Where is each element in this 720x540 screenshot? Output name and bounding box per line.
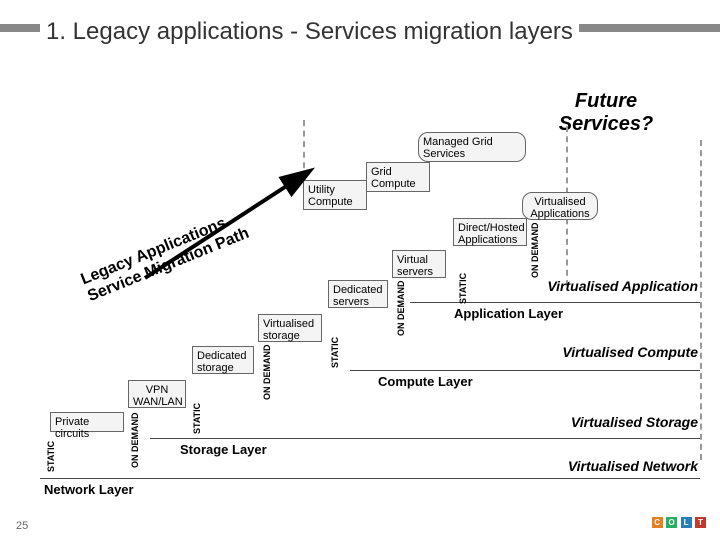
box-managed-grid: Managed Grid Services	[418, 132, 526, 162]
colt-logo: C O L T	[653, 514, 706, 532]
axis-static-4: STATIC	[458, 273, 468, 304]
box-grid-compute: Grid Compute	[366, 162, 430, 192]
layer-network: Network Layer	[44, 482, 134, 497]
axis-ondemand-2: ON DEMAND	[262, 345, 272, 401]
layer-application: Application Layer	[454, 306, 563, 321]
layer-storage: Storage Layer	[180, 442, 267, 457]
label-virtualised-compute: Virtualised Compute	[534, 344, 698, 360]
axis-static-2: STATIC	[192, 403, 202, 434]
axis-static-1: STATIC	[46, 441, 56, 472]
box-private-circuits: Private circuits	[50, 412, 124, 432]
label-virtualised-network: Virtualised Network	[534, 458, 698, 474]
label-virtualised-storage: Virtualised Storage	[534, 414, 698, 430]
box-virtualised-storage: Virtualised storage	[258, 314, 322, 342]
box-dedicated-servers: Dedicated servers	[328, 280, 388, 308]
box-virtualised-apps: Virtualised Applications	[522, 192, 598, 220]
future-services-label: Future Services?	[536, 90, 676, 136]
page-number: 25	[16, 520, 28, 532]
page-title: 1. Legacy applications - Services migrat…	[40, 18, 579, 46]
box-dedicated-storage: Dedicated storage	[192, 346, 254, 374]
box-virtual-servers: Virtual servers	[392, 250, 446, 278]
box-direct-hosted: Direct/Hosted Applications	[453, 218, 527, 246]
axis-ondemand-4: ON DEMAND	[530, 223, 540, 279]
axis-ondemand-3: ON DEMAND	[396, 281, 406, 337]
label-virtualised-application: Virtualised Application	[534, 278, 698, 294]
box-vpn-wanlan: VPN WAN/LAN	[128, 380, 186, 408]
layer-compute: Compute Layer	[378, 374, 473, 389]
axis-ondemand-1: ON DEMAND	[130, 413, 140, 469]
axis-static-3: STATIC	[330, 337, 340, 368]
